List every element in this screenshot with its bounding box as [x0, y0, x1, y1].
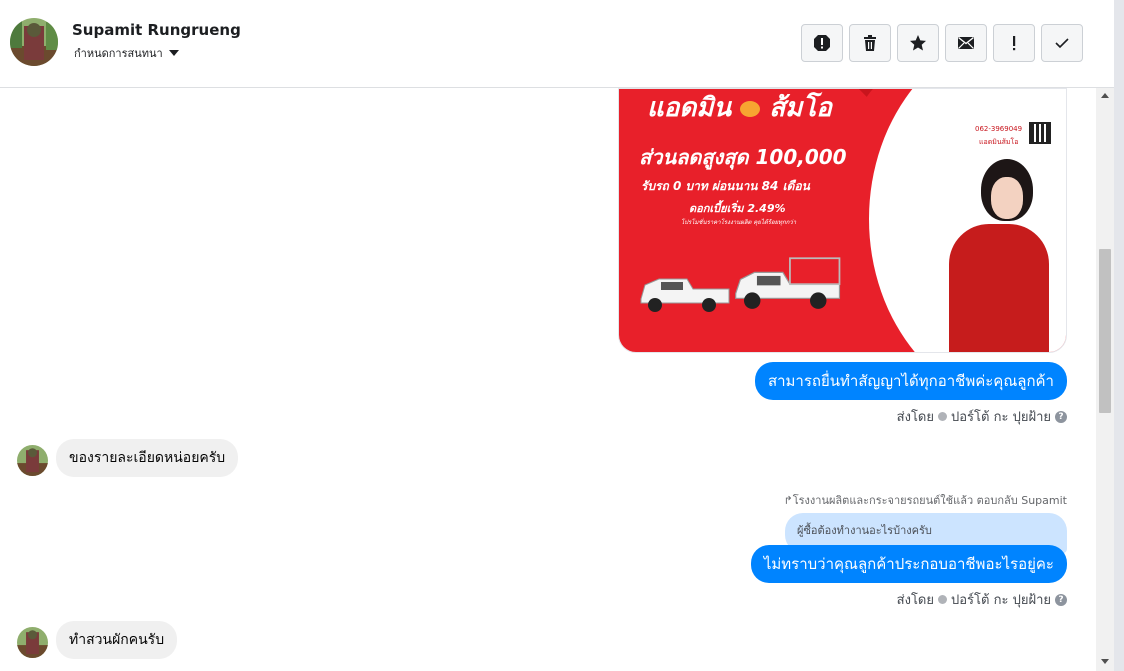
sent-by-prefix: ส่งโดย	[896, 593, 934, 608]
right-gutter	[1114, 0, 1124, 671]
outgoing-message[interactable]: สามารถยื่นทำสัญญาได้ทุกอาชีพค่ะคุณลูกค้า	[754, 362, 1067, 400]
ad-phone: 062-3969049	[975, 125, 1023, 133]
check-icon	[1055, 38, 1069, 49]
verified-check-icon	[938, 412, 947, 421]
envelope-icon	[958, 36, 974, 49]
follow-up-button[interactable]	[993, 24, 1035, 62]
help-icon[interactable]: ?	[1055, 410, 1067, 423]
ad-brand-text: แอดมิน	[647, 93, 732, 123]
message-scrollbar[interactable]	[1096, 88, 1114, 671]
scroll-down-icon[interactable]	[1101, 659, 1109, 664]
conversation-toolbar	[801, 24, 1083, 62]
ad-headline: ส่วนลดสูงสุด 100,000	[639, 145, 847, 169]
ad-line3: ดอกเบี้ยเริ่ม 2.49%	[689, 202, 786, 215]
contact-avatar[interactable]	[10, 18, 58, 66]
reply-label: ↱โรงงานผลิตและกระจายรถยนต์ใช้แล้ว ตอบกลั…	[784, 491, 1067, 509]
spam-button[interactable]	[801, 24, 843, 62]
contact-name[interactable]: Supamit Rungrueng	[72, 21, 241, 39]
sent-by-prefix: ส่งโดย	[896, 410, 934, 425]
incoming-message[interactable]: ทำสวนผักคนรับ	[56, 621, 178, 659]
assign-label: กำหนดการสนทนา	[74, 47, 163, 60]
pickup-truck-icon	[640, 278, 730, 312]
trash-icon	[864, 35, 876, 51]
incoming-message[interactable]: ของรายละเอียดหน่อยครับ	[56, 439, 239, 477]
reply-label-text: โรงงานผลิตและกระจายรถยนต์ใช้แล้ว ตอบกลับ…	[792, 494, 1067, 507]
inbox-conversation: Supamit Rungrueng กำหนดการสนทนา แอดมิน ส…	[0, 0, 1124, 671]
ad-line2: รับรถ 0 บาท ผ่อนนาน 84 เดือน	[641, 179, 810, 193]
sender-name[interactable]: ปอร์โต้ กะ ปุยฝ้าย	[951, 589, 1051, 610]
scroll-thumb[interactable]	[1099, 249, 1111, 413]
ad-brand: แอดมิน ส้มโอ	[647, 89, 832, 128]
ad-image-attachment[interactable]: แอดมิน ส้มโอ ส่วนลดสูงสุด 100,000 รับรถ …	[618, 88, 1067, 353]
spam-icon	[814, 35, 830, 51]
reply-arrow-icon: ↱	[783, 494, 793, 507]
scroll-up-icon[interactable]	[1101, 93, 1109, 98]
sender-avatar[interactable]	[17, 445, 48, 476]
ad-brand-text-2: ส้มโอ	[769, 93, 832, 123]
assign-conversation-dropdown[interactable]: กำหนดการสนทนา	[74, 44, 179, 62]
qr-code-icon	[1029, 122, 1051, 144]
help-icon[interactable]: ?	[1055, 593, 1067, 606]
conversation-header: Supamit Rungrueng กำหนดการสนทนา	[0, 0, 1114, 88]
ad-person-body	[949, 224, 1049, 352]
mark-unread-button[interactable]	[945, 24, 987, 62]
pickup-truck-rack-icon	[735, 257, 841, 309]
ad-person-face	[991, 177, 1023, 219]
sender-name[interactable]: ปอร์โต้ กะ ปุยฝ้าย	[951, 406, 1051, 427]
sent-by-label: ส่งโดย ปอร์โต้ กะ ปุยฝ้าย ?	[897, 589, 1067, 610]
ad-contact-name: แอดมินส้มโอ	[979, 138, 1019, 146]
star-icon	[910, 35, 926, 51]
sender-avatar[interactable]	[17, 627, 48, 658]
pomelo-icon	[740, 100, 761, 117]
caret-down-icon	[168, 50, 179, 56]
mark-done-button[interactable]	[1041, 24, 1083, 62]
ad-fine-print: โปรโมชั่นราคาโรงงานผลิต คุยได้ร้อยทุกกว่…	[681, 219, 797, 226]
verified-check-icon	[938, 595, 947, 604]
star-button[interactable]	[897, 24, 939, 62]
outgoing-message[interactable]: ไม่ทราบว่าคุณลูกค้าประกอบอาชีพอะไรอยู่คะ	[750, 545, 1067, 583]
delete-button[interactable]	[849, 24, 891, 62]
sent-by-label: ส่งโดย ปอร์โต้ กะ ปุยฝ้าย ?	[897, 406, 1067, 427]
exclamation-icon	[1013, 36, 1016, 51]
